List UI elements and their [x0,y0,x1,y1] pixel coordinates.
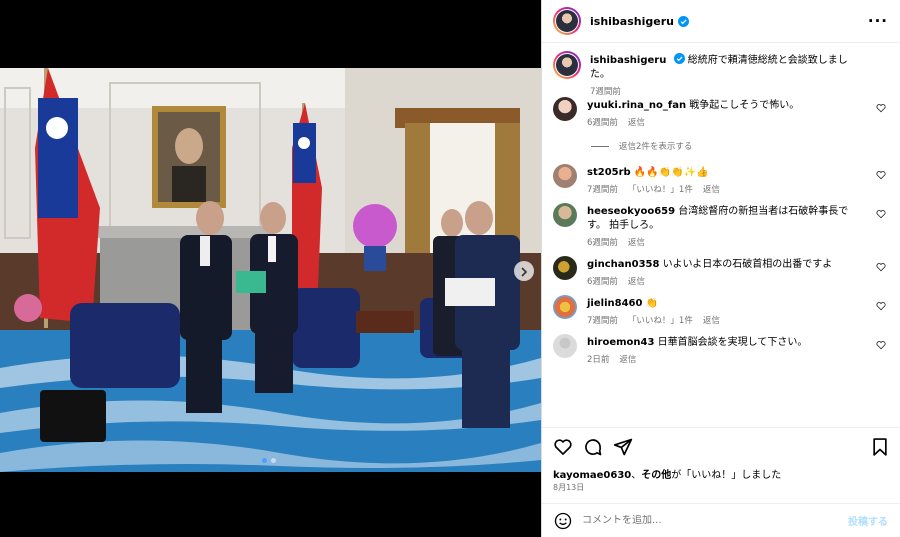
comment-text: いよいよ日本の石破首相の出番ですよ [662,259,833,270]
comment-time: 6週間前 [587,118,618,128]
avatar[interactable] [553,203,577,227]
comment-item: hiroemon43 日華首脳会談を実現して下さい。 2日前 返信 [553,326,888,365]
post-header: ishibashigeru ··· [542,0,900,43]
post-date: 8月13日 [553,483,585,492]
comment-icon[interactable] [583,437,603,457]
likes-suffix: が「いいね！」しました [671,470,782,481]
likes-separator: 、 [631,470,642,481]
caption: ishibashigeru 総統府で頼清徳総統と会談致しました。 7週間前 [553,43,888,97]
heart-icon[interactable] [876,103,886,113]
reply-button[interactable]: 返信 [628,275,645,287]
heart-icon[interactable] [876,262,886,272]
more-options-icon[interactable]: ··· [868,12,888,30]
comment-time: 6週間前 [587,277,618,287]
chevron-right-icon [519,262,529,281]
comment-item: ginchan0358 いよいよ日本の石破首相の出番ですよ 6週間前 返信 [553,248,888,287]
comment-text: 日華首脳会談を実現して下さい。 [657,337,808,348]
comment-text: 戦争起こしそうで怖い。 [689,100,800,111]
add-comment-bar: 投稿する [542,503,900,537]
heart-icon[interactable] [553,437,573,457]
avatar[interactable] [553,334,577,358]
view-replies-button[interactable]: 返信2件を表示する [591,140,888,152]
heart-icon[interactable] [876,340,886,350]
avatar[interactable] [553,97,577,121]
comment-username[interactable]: hiroemon43 [587,337,654,348]
comment-time: 2日前 [587,355,610,365]
verified-badge-icon [673,53,685,64]
comment-input[interactable] [582,515,848,526]
avatar[interactable] [553,51,581,79]
avatar[interactable] [553,7,581,35]
comment-item: yuuki.rina_no_fan 戦争起こしそうで怖い。 6週間前 返信 [553,89,888,128]
caption-username[interactable]: ishibashigeru [590,55,666,66]
comment-likes[interactable]: 「いいね！」1件 [628,183,693,195]
post-panel: ishibashigeru ··· ishibashigeru 総統府で頼清徳総… [541,0,900,537]
reply-button[interactable]: 返信 [628,236,645,248]
post-button[interactable]: 投稿する [848,513,888,528]
comment-item: st205rb 🔥🔥👏👏✨👍 7週間前 「いいね！」1件 返信 [553,156,888,195]
comment-likes[interactable]: 「いいね！」1件 [628,314,693,326]
avatar[interactable] [553,295,577,319]
likes-summary: kayomae0630、その他が「いいね！」しました [553,466,781,481]
comment-username[interactable]: heeseokyoo659 [587,206,675,217]
comment-list: ishibashigeru 総統府で頼清徳総統と会談致しました。 7週間前 yu… [542,43,900,427]
heart-icon[interactable] [876,209,886,219]
avatar[interactable] [553,256,577,280]
likes-others[interactable]: その他 [641,470,671,481]
comment-username[interactable]: st205rb [587,167,631,178]
comment-time: 7週間前 [587,316,618,326]
comment-time: 6週間前 [587,238,618,248]
reply-button[interactable]: 返信 [619,353,636,365]
carousel-dot [271,458,276,463]
heart-icon[interactable] [876,170,886,180]
header-username[interactable]: ishibashigeru [590,15,674,28]
view-replies-label: 返信2件を表示する [619,142,693,152]
carousel-indicator [262,458,276,463]
avatar[interactable] [553,164,577,188]
comment-username[interactable]: jielin8460 [587,298,642,309]
bookmark-icon[interactable] [870,437,890,457]
comment-time: 7週間前 [587,185,618,195]
reply-button[interactable]: 返信 [703,314,720,326]
comment-item: heeseokyoo659 台湾総督府の新担当者は石破幹事長です。 拍手しろ。 … [553,195,888,248]
carousel-dot-active [262,458,267,463]
comment-username[interactable]: ginchan0358 [587,259,659,270]
comment-text: 👏 [645,298,659,309]
share-icon[interactable] [613,437,633,457]
reply-button[interactable]: 返信 [703,183,720,195]
next-image-button[interactable] [514,261,534,281]
verified-badge-icon [677,15,689,27]
comment-item: jielin8460 👏 7週間前 「いいね！」1件 返信 [553,287,888,326]
heart-icon[interactable] [876,301,886,311]
action-bar [542,427,900,467]
post-photo [0,68,541,472]
comment-username[interactable]: yuuki.rina_no_fan [587,100,686,111]
reply-button[interactable]: 返信 [628,116,645,128]
comment-text: 🔥🔥👏👏✨👍 [633,167,709,178]
likes-user[interactable]: kayomae0630 [553,470,631,481]
media-viewer [0,0,541,537]
emoji-icon[interactable] [554,512,572,530]
